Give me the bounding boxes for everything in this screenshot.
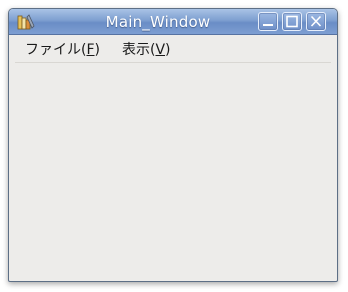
window-title: Main_Window [105,13,211,31]
menu-view-mnemonic: V [155,42,166,58]
close-button[interactable] [306,12,326,31]
title-bar[interactable]: Main_Window [9,9,337,35]
menu-view-suffix: ) [165,42,171,58]
minimize-button[interactable] [258,12,278,31]
menu-view-label: 表示( [122,42,156,58]
menu-file[interactable]: ファイル(F) [25,39,100,59]
menu-file-label: ファイル( [25,42,87,58]
menu-file-mnemonic: F [86,42,95,58]
main-window: Main_Window ファイル(F) 表示(V) [8,8,338,282]
window-content-area [9,63,337,281]
menu-file-suffix: ) [94,42,100,58]
minimize-icon [263,24,273,26]
menu-bar: ファイル(F) 表示(V) [9,35,337,61]
app-icon[interactable] [17,14,35,30]
maximize-button[interactable] [282,12,302,31]
menu-view[interactable]: 表示(V) [122,39,171,59]
close-icon [310,15,322,27]
maximize-icon [286,15,298,28]
